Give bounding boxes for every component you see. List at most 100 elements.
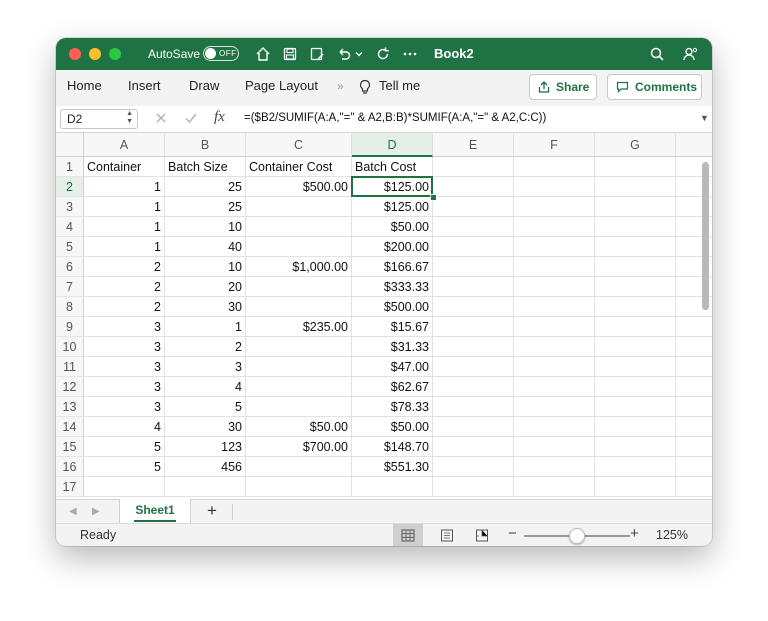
- zoom-out-button[interactable]: −: [508, 525, 517, 542]
- cell-container[interactable]: 3: [84, 377, 165, 397]
- empty-cell[interactable]: [676, 337, 712, 357]
- cell-batch-cost[interactable]: $62.67: [352, 377, 433, 397]
- cell-batch-cost[interactable]: $200.00: [352, 237, 433, 257]
- cell-batch-cost[interactable]: $148.70: [352, 437, 433, 457]
- empty-cell[interactable]: [595, 197, 676, 217]
- cell-container-cost[interactable]: [246, 477, 352, 497]
- cell-batch-size[interactable]: 40: [165, 237, 246, 257]
- empty-cell[interactable]: [433, 277, 514, 297]
- cell-batch-size[interactable]: 10: [165, 217, 246, 237]
- tab-draw[interactable]: Draw: [189, 78, 219, 93]
- empty-cell[interactable]: [676, 417, 712, 437]
- empty-cell[interactable]: [595, 337, 676, 357]
- empty-cell[interactable]: [514, 257, 595, 277]
- add-sheet-button[interactable]: +: [207, 501, 217, 521]
- empty-cell[interactable]: [433, 337, 514, 357]
- cell-batch-size[interactable]: [165, 477, 246, 497]
- page-break-view-icon[interactable]: [475, 529, 489, 542]
- close-window-button[interactable]: [69, 48, 81, 60]
- empty-cell[interactable]: [676, 477, 712, 497]
- header-cell-container-cost[interactable]: Container Cost: [246, 157, 352, 177]
- cell-container[interactable]: 3: [84, 357, 165, 377]
- empty-cell[interactable]: [433, 297, 514, 317]
- zoom-level[interactable]: 125%: [656, 528, 688, 542]
- empty-cell[interactable]: [676, 377, 712, 397]
- empty-cell[interactable]: [514, 217, 595, 237]
- cell-batch-cost[interactable]: $15.67: [352, 317, 433, 337]
- cell-container-cost[interactable]: $500.00: [246, 177, 352, 197]
- empty-cell[interactable]: [514, 297, 595, 317]
- cell-batch-cost[interactable]: [352, 477, 433, 497]
- column-header-d[interactable]: D: [352, 133, 433, 157]
- empty-cell[interactable]: [595, 297, 676, 317]
- cell-container[interactable]: 2: [84, 277, 165, 297]
- empty-cell[interactable]: [595, 477, 676, 497]
- cell-container[interactable]: [84, 477, 165, 497]
- normal-view-button[interactable]: [393, 524, 423, 546]
- header-cell-batch-size[interactable]: Batch Size: [165, 157, 246, 177]
- empty-cell[interactable]: [595, 217, 676, 237]
- cell-batch-size[interactable]: 25: [165, 177, 246, 197]
- empty-cell[interactable]: [595, 237, 676, 257]
- empty-cell[interactable]: [595, 317, 676, 337]
- search-icon[interactable]: [648, 45, 666, 63]
- vertical-scrollbar[interactable]: [702, 162, 709, 310]
- cell-batch-size[interactable]: 4: [165, 377, 246, 397]
- empty-cell[interactable]: [676, 397, 712, 417]
- comments-button[interactable]: Comments: [607, 74, 702, 100]
- cell-batch-cost[interactable]: $50.00: [352, 217, 433, 237]
- enter-icon[interactable]: [184, 111, 198, 130]
- share-button[interactable]: Share: [529, 74, 597, 100]
- cell-batch-cost[interactable]: $500.00: [352, 297, 433, 317]
- more-icon[interactable]: [401, 45, 419, 63]
- cell-container-cost[interactable]: [246, 377, 352, 397]
- empty-cell[interactable]: [433, 397, 514, 417]
- row-header[interactable]: 5: [56, 237, 84, 257]
- cell-batch-size[interactable]: 456: [165, 457, 246, 477]
- sheet-tab-sheet1[interactable]: Sheet1: [119, 499, 191, 523]
- cell-container-cost[interactable]: [246, 237, 352, 257]
- cell-container[interactable]: 5: [84, 437, 165, 457]
- cell-container-cost[interactable]: [246, 297, 352, 317]
- row-header[interactable]: 10: [56, 337, 84, 357]
- empty-cell[interactable]: [676, 457, 712, 477]
- empty-cell[interactable]: [514, 417, 595, 437]
- zoom-slider-knob[interactable]: [569, 528, 585, 544]
- undo-dropdown-icon[interactable]: [353, 45, 365, 63]
- row-header[interactable]: 6: [56, 257, 84, 277]
- empty-cell[interactable]: [676, 357, 712, 377]
- empty-cell[interactable]: [595, 377, 676, 397]
- home-icon[interactable]: [254, 45, 272, 63]
- tab-page-layout[interactable]: Page Layout: [245, 78, 318, 93]
- empty-cell[interactable]: [514, 177, 595, 197]
- empty-cell[interactable]: [433, 317, 514, 337]
- cell-container[interactable]: 3: [84, 337, 165, 357]
- row-header[interactable]: 7: [56, 277, 84, 297]
- account-icon[interactable]: [681, 45, 699, 63]
- cell-batch-size[interactable]: 3: [165, 357, 246, 377]
- empty-cell[interactable]: [514, 357, 595, 377]
- empty-cell[interactable]: [514, 377, 595, 397]
- cell-container[interactable]: 1: [84, 237, 165, 257]
- empty-cell[interactable]: [433, 357, 514, 377]
- cell-container[interactable]: 4: [84, 417, 165, 437]
- cell-batch-size[interactable]: 30: [165, 297, 246, 317]
- cell-container-cost[interactable]: [246, 397, 352, 417]
- cell-batch-size[interactable]: 1: [165, 317, 246, 337]
- cell-container-cost[interactable]: [246, 337, 352, 357]
- empty-cell[interactable]: [595, 277, 676, 297]
- cell-container[interactable]: 3: [84, 397, 165, 417]
- column-header-g[interactable]: G: [595, 133, 676, 157]
- cell-container-cost[interactable]: $700.00: [246, 437, 352, 457]
- empty-cell[interactable]: [595, 437, 676, 457]
- cell-container[interactable]: 1: [84, 197, 165, 217]
- empty-cell[interactable]: [433, 437, 514, 457]
- row-header[interactable]: 16: [56, 457, 84, 477]
- cell-batch-cost[interactable]: $333.33: [352, 277, 433, 297]
- empty-cell[interactable]: [514, 237, 595, 257]
- empty-cell[interactable]: [433, 477, 514, 497]
- cell-container-cost[interactable]: $1,000.00: [246, 257, 352, 277]
- row-header[interactable]: 13: [56, 397, 84, 417]
- empty-cell[interactable]: [595, 357, 676, 377]
- empty-cell[interactable]: [514, 157, 595, 177]
